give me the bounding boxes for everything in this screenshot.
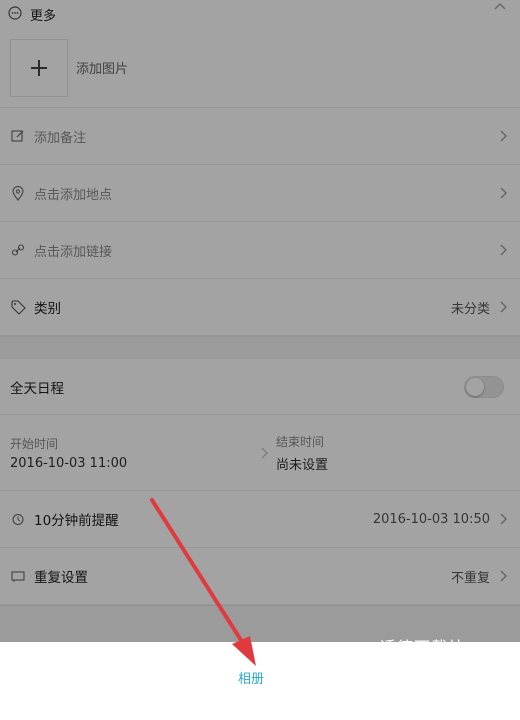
reminder-row[interactable]: 10分钟前提醒 2016-10-03 10:50 [0, 491, 520, 548]
tag-icon [10, 299, 26, 315]
start-time[interactable]: 开始时间 2016-10-03 11:00 [10, 435, 254, 471]
location-pin-icon [10, 185, 26, 201]
add-note-row[interactable]: 添加备注 [0, 108, 520, 165]
toggle-knob [466, 377, 484, 396]
all-day-row: 全天日程 [0, 359, 520, 415]
add-image-label: 添加图片 [76, 62, 129, 77]
chevron-right-icon [500, 243, 510, 257]
more-header[interactable]: 更多 [0, 0, 520, 28]
more-title: 更多 [30, 8, 57, 24]
start-time-caption: 开始时间 [10, 436, 59, 451]
reminder-value: 2016-10-03 10:50 [372, 511, 490, 527]
repeat-label: 重复设置 [34, 570, 88, 586]
category-label: 类别 [34, 301, 61, 317]
reminder-label: 10分钟前提醒 [34, 513, 119, 529]
add-note-label: 添加备注 [34, 130, 87, 146]
more-icon [8, 6, 24, 22]
chevron-right-icon [500, 512, 510, 526]
all-day-toggle[interactable] [464, 375, 504, 398]
watermark: 适德下载站 [380, 632, 520, 646]
repeat-icon [10, 568, 26, 584]
add-image-row: 添加图片 [0, 28, 520, 108]
chevron-right-icon [500, 129, 510, 143]
all-day-label: 全天日程 [10, 380, 64, 397]
add-link-label: 点击添加链接 [34, 244, 113, 260]
chevron-right-icon [500, 186, 510, 200]
more-section: 更多 添加图片 添加备注 点击添加地点 点击添加链接 类别 未分类 [0, 0, 520, 337]
plus-icon [31, 59, 47, 76]
repeat-value: 不重复 [450, 570, 490, 586]
start-time-value: 2016-10-03 11:00 [10, 455, 128, 471]
bottom-sheet: 相册 [0, 642, 520, 720]
alarm-icon [10, 511, 26, 527]
add-image-button[interactable] [10, 38, 68, 97]
chevron-right-icon [500, 569, 510, 583]
section-gap [0, 337, 520, 359]
edit-icon [10, 128, 26, 144]
add-link-row[interactable]: 点击添加链接 [0, 222, 520, 279]
end-time-value: 尚未设置 [276, 457, 329, 473]
time-row: 开始时间 2016-10-03 11:00 结束时间 尚未设置 [0, 415, 520, 491]
link-icon [10, 242, 26, 258]
chevron-right-icon [254, 447, 276, 459]
repeat-row[interactable]: 重复设置 不重复 [0, 548, 520, 605]
chevron-right-icon [500, 300, 510, 314]
watermark-text: 适德下载站 [380, 634, 465, 646]
category-value: 未分类 [450, 301, 490, 317]
collapse-icon[interactable] [494, 0, 506, 16]
add-location-label: 点击添加地点 [34, 187, 113, 203]
event-form-page: 更多 添加图片 添加备注 点击添加地点 点击添加链接 类别 未分类 全天日程 开… [0, 0, 520, 720]
category-row[interactable]: 类别 未分类 [0, 279, 520, 336]
add-location-row[interactable]: 点击添加地点 [0, 165, 520, 222]
album-option[interactable]: 相册 [238, 668, 264, 687]
schedule-section: 全天日程 开始时间 2016-10-03 11:00 结束时间 尚未设置 10分… [0, 359, 520, 606]
end-time-caption: 结束时间 [276, 434, 325, 449]
end-time[interactable]: 结束时间 尚未设置 [276, 433, 510, 473]
